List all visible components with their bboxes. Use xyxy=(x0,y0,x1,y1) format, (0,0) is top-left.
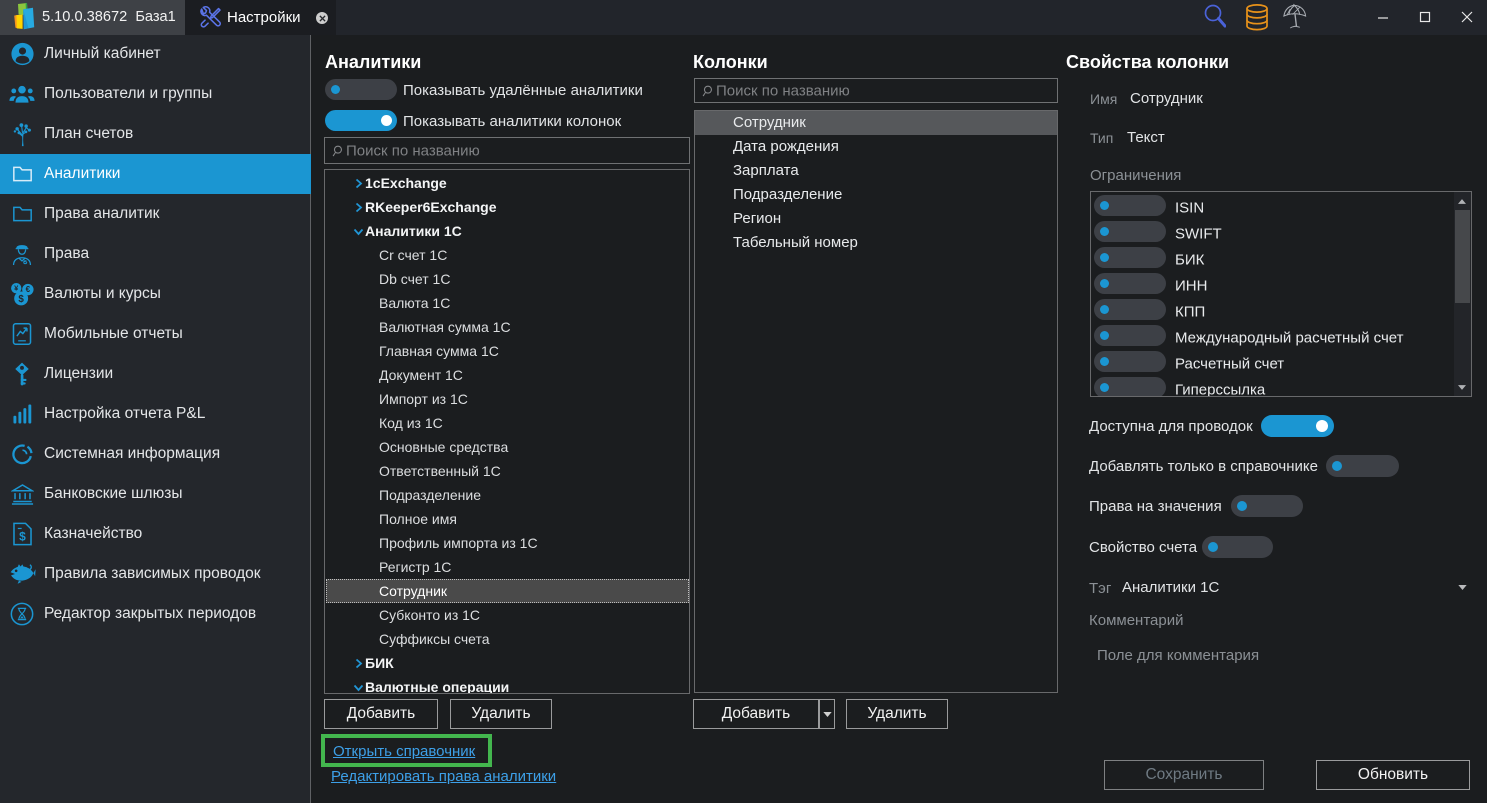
svg-text:€: € xyxy=(25,285,30,294)
svg-text:$: $ xyxy=(18,294,24,305)
svg-text:$: $ xyxy=(19,529,26,543)
